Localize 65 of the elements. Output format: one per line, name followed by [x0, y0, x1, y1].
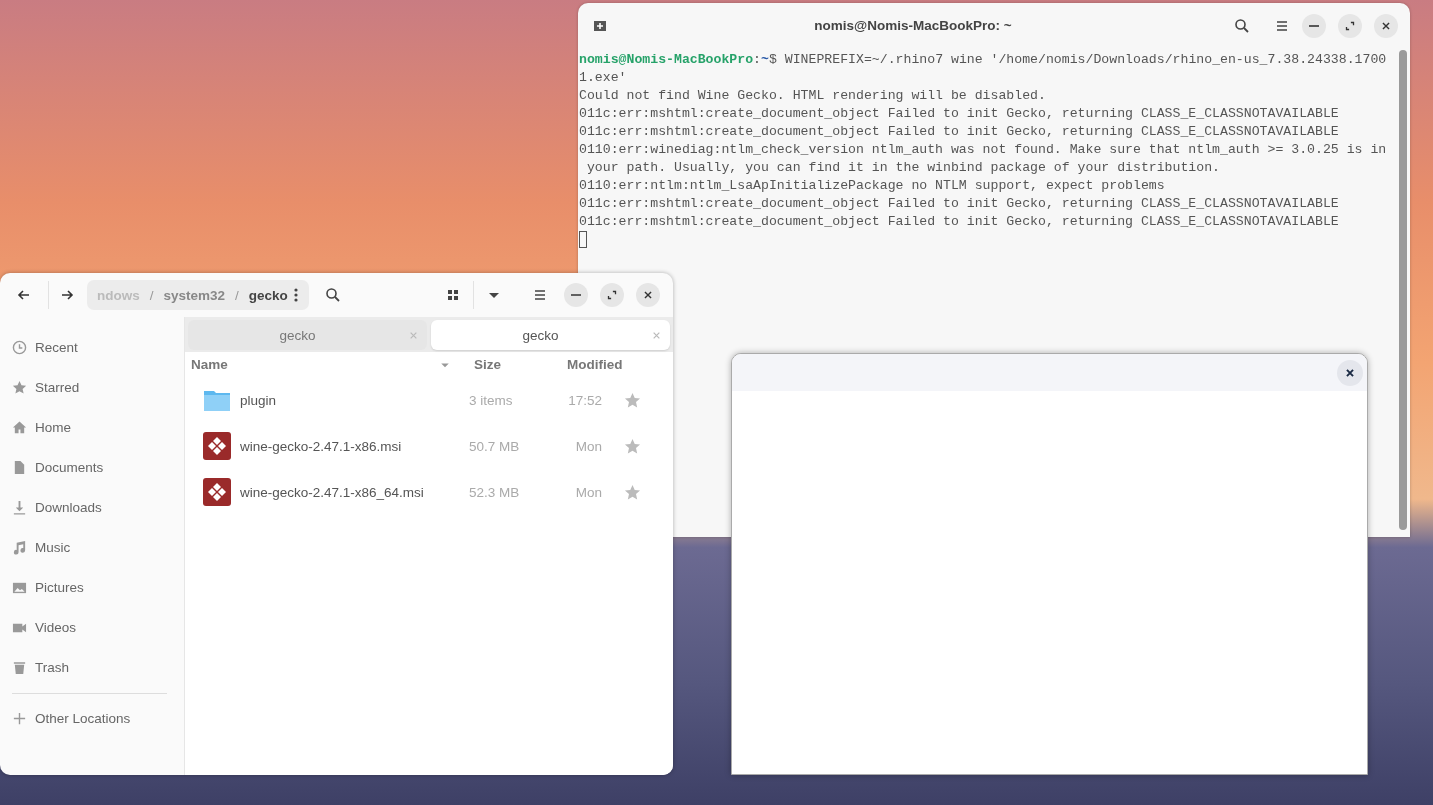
output-line: 011c:err:mshtml:create_document_object Failed to init Gecko, returning CLASS_E_CLASSNOTAVAILABLE — [579, 195, 1340, 213]
file-name[interactable]: wine-gecko-2.47.1-x86.msi — [240, 438, 469, 454]
file-size: 3 items — [469, 392, 514, 408]
output-line: your path. Usually, you can find it in the winbind package of your distribution. — [585, 159, 1222, 177]
sidebar-item[interactable]: Music — [35, 539, 71, 555]
menu-icon[interactable] — [532, 287, 548, 303]
close-button[interactable] — [1374, 13, 1398, 38]
file-name[interactable]: plugin — [240, 392, 469, 408]
output-line: 011c:err:mshtml:create_document_object Failed to init Gecko, returning CLASS_E_CLASSNOTAVAILABLE — [579, 105, 1340, 123]
output-line: 1.exe' — [579, 69, 628, 87]
search-icon[interactable] — [1234, 17, 1250, 34]
clock-icon — [12, 339, 27, 355]
maximize-icon — [605, 288, 619, 302]
plus-icon — [12, 710, 27, 726]
file-size: 50.7 MB — [469, 438, 521, 454]
tab[interactable]: gecko — [188, 320, 427, 350]
output-line: 011c:err:mshtml:create_document_object Failed to init Gecko, returning CLASS_E_CLASSNOTAVAILABLE — [579, 123, 1340, 141]
search-icon[interactable] — [325, 287, 341, 303]
output-line: 0110:err:winediag:ntlm_check_version ntlm_auth was not found. Make sure that ntlm_auth >= 3.0.25 is in — [579, 141, 1388, 159]
sidebar-item[interactable]: Recent — [35, 339, 78, 355]
sidebar-item[interactable]: Starred — [35, 379, 80, 395]
column-header[interactable]: Modified — [567, 357, 647, 372]
column-header[interactable]: Size — [474, 357, 567, 372]
document-icon — [12, 459, 27, 475]
path-separator: / — [235, 287, 239, 303]
modified-time: Mon — [574, 484, 602, 500]
path-segment[interactable]: gecko — [248, 287, 288, 303]
sidebar-item[interactable]: Pictures — [35, 579, 84, 595]
column-header[interactable]: Name — [191, 357, 439, 372]
music-note-icon — [12, 539, 27, 555]
minimize-button[interactable] — [564, 283, 588, 307]
file-size: 52.3 MB — [469, 484, 521, 500]
path-separator: / — [149, 287, 154, 303]
download-icon — [12, 499, 27, 515]
package-icon — [203, 432, 231, 460]
star-icon — [12, 379, 27, 395]
modified-time: 17:52 — [567, 392, 602, 408]
minimize-icon — [1309, 24, 1319, 27]
star-icon[interactable] — [624, 483, 641, 501]
file-name[interactable]: wine-gecko-2.47.1-x86_64.msi — [240, 484, 469, 500]
grid-view-icon[interactable] — [445, 287, 461, 303]
output-line: Could not find Wine Gecko. HTML rendering will be disabled. — [579, 87, 1047, 105]
minimize-icon — [571, 294, 581, 296]
minimize-button[interactable] — [1302, 13, 1326, 38]
sidebar-item[interactable]: Trash — [35, 659, 69, 675]
modified-time: Mon — [574, 438, 602, 454]
text-cursor — [579, 231, 587, 248]
star-icon[interactable] — [624, 391, 641, 409]
trash-icon — [12, 659, 27, 675]
sidebar-item[interactable]: Downloads — [35, 499, 102, 515]
sidebar-item[interactable]: Documents — [35, 459, 104, 475]
package-icon — [203, 478, 231, 506]
path-segment[interactable]: system32 — [163, 287, 226, 303]
close-button[interactable] — [636, 283, 660, 307]
sidebar-item[interactable]: Other Locations — [35, 710, 131, 726]
window-title: nomis@Nomis-MacBookPro: ~ — [813, 18, 1013, 33]
sidebar-item[interactable]: Home — [35, 419, 71, 435]
output-line: 011c:err:mshtml:create_document_object Failed to init Gecko, returning CLASS_E_CLASSNOTAVAILABLE — [579, 213, 1340, 231]
house-icon — [12, 419, 27, 435]
command-line: nomis@Nomis-MacBookPro:~$ WINEPREFIX=~/.rhino7 wine '/home/nomis/Downloads/rhino_en-us_7.38.24338.1700 — [579, 51, 1388, 69]
close-button[interactable] — [1337, 359, 1363, 386]
sidebar-item[interactable]: Videos — [35, 619, 77, 635]
tab[interactable]: gecko — [431, 320, 670, 350]
output-line: 0110:err:ntlm:ntlm_LsaApInitializePackage no NTLM support, expect problems — [579, 177, 1166, 195]
star-icon[interactable] — [624, 437, 641, 455]
